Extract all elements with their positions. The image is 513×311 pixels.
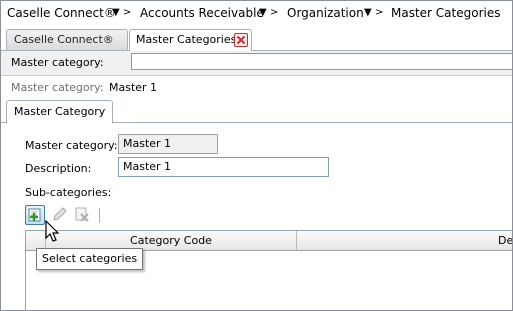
tab-master-category[interactable]: Master Category bbox=[6, 100, 114, 124]
select-categories-icon bbox=[28, 208, 41, 222]
filter-label: Master category: bbox=[11, 56, 104, 69]
select-categories-button[interactable] bbox=[25, 205, 45, 225]
mouse-cursor-icon bbox=[45, 220, 60, 242]
dropdown-arrow-icon[interactable]: ▼ bbox=[364, 7, 372, 18]
breadcrumb-accounts-receivable[interactable]: Accounts Receivable bbox=[140, 6, 264, 20]
close-icon[interactable] bbox=[234, 33, 248, 47]
breadcrumb-separator: > bbox=[123, 7, 132, 18]
subcategories-grid: Category Code De bbox=[25, 230, 512, 310]
tab-master-categories[interactable]: Master Categories bbox=[129, 29, 252, 51]
tab-caselle-connect[interactable]: Caselle Connect® bbox=[6, 29, 128, 50]
master-category-filter: Master category: bbox=[1, 51, 512, 76]
document-tabs: Caselle Connect® Master Categories bbox=[1, 27, 512, 51]
description-field[interactable]: Master 1 bbox=[118, 157, 329, 177]
record-summary: Master category: Master 1 bbox=[1, 76, 512, 98]
toolbar-separator bbox=[99, 208, 100, 223]
tab-label: Master Categories bbox=[136, 33, 237, 46]
master-category-label: Master category: bbox=[25, 139, 118, 152]
dropdown-arrow-icon[interactable]: ▼ bbox=[112, 7, 120, 18]
subcategories-label: Sub-categories: bbox=[25, 186, 112, 199]
breadcrumb-separator: > bbox=[375, 7, 384, 18]
detail-tabs: Master Category bbox=[1, 98, 512, 124]
breadcrumb-separator: > bbox=[270, 7, 279, 18]
dropdown-arrow-icon[interactable]: ▼ bbox=[259, 7, 267, 18]
app-window: Caselle Connect® ▼ > Accounts Receivable… bbox=[0, 0, 513, 311]
breadcrumb: Caselle Connect® ▼ > Accounts Receivable… bbox=[1, 1, 512, 27]
delete-icon bbox=[75, 207, 89, 222]
master-category-filter-input[interactable] bbox=[131, 53, 512, 70]
breadcrumb-master-categories: Master Categories bbox=[391, 6, 501, 20]
master-category-field[interactable]: Master 1 bbox=[118, 134, 218, 154]
tab-label: Caselle Connect® bbox=[14, 33, 114, 46]
summary-value: Master 1 bbox=[109, 81, 158, 94]
breadcrumb-organization[interactable]: Organization bbox=[287, 6, 364, 20]
breadcrumb-home[interactable]: Caselle Connect® bbox=[7, 6, 116, 20]
column-header-description[interactable]: De bbox=[297, 231, 512, 250]
summary-label: Master category: bbox=[11, 81, 104, 94]
delete-button[interactable] bbox=[73, 205, 93, 225]
description-label: Description: bbox=[25, 162, 92, 175]
tooltip: Select categories bbox=[36, 248, 144, 270]
